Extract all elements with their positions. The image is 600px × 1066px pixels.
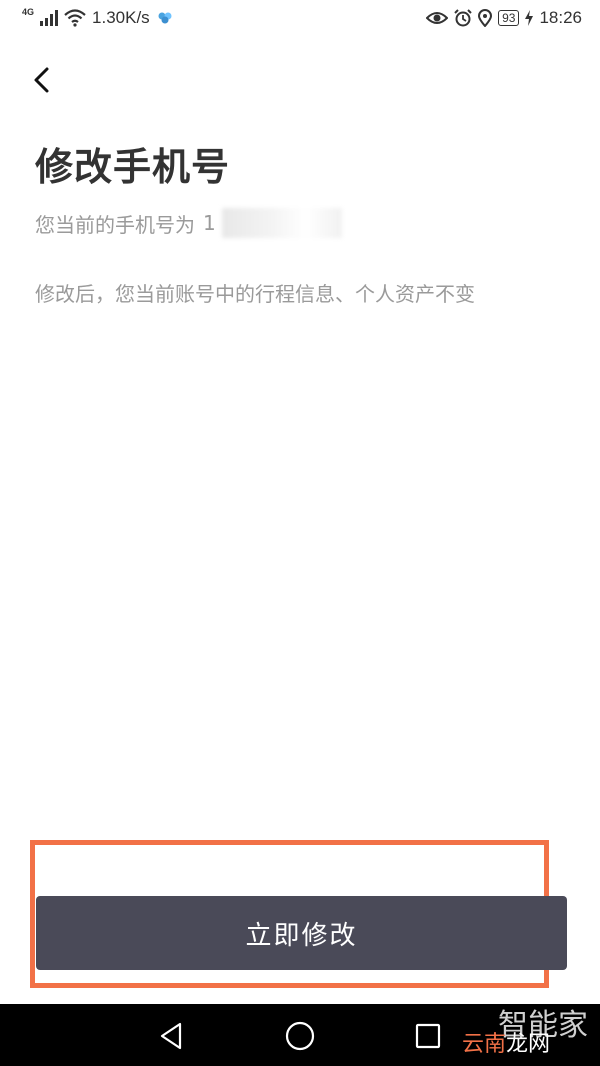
status-bar: 4G 1.30K/s 93 18:26 [0,0,600,40]
network-type: 4G [22,7,35,17]
app-notification-icon [158,12,172,24]
nav-recents-button[interactable] [412,1020,444,1052]
wifi-icon [64,9,86,27]
signal-icon [40,10,59,26]
triangle-back-icon [160,1022,182,1050]
charging-icon [525,10,534,26]
square-recents-icon [415,1023,441,1049]
nav-home-button[interactable] [284,1020,316,1052]
current-phone-label: 您当前的手机号为 [35,212,195,237]
change-note: 修改后，您当前账号中的行程信息、个人资产不变 [35,282,475,306]
watermark: 智能家 云南 龙网 [450,1004,600,1066]
circle-home-icon [285,1021,315,1051]
watermark-bottom: 云南 龙网 [462,1026,550,1058]
status-right: 93 18:26 [426,8,582,28]
phone-number-mask [221,208,342,238]
clock: 18:26 [539,8,582,27]
page-title: 修改手机号 [35,145,231,189]
change-now-button[interactable]: 立即修改 [36,896,567,970]
watermark-part-b: 龙网 [506,1032,551,1057]
chevron-left-icon [34,67,49,93]
alarm-icon [454,9,472,27]
back-button[interactable] [24,60,64,100]
status-left: 4G 1.30K/s [22,7,174,28]
nav-back-button[interactable] [156,1020,188,1052]
battery-level: 93 [498,10,520,26]
current-phone-number: 1 [203,211,216,235]
current-phone-line: 您当前的手机号为 1 [35,208,342,238]
watermark-part-a: 云南 [462,1032,507,1057]
eye-comfort-icon [426,12,449,24]
location-icon [478,9,493,27]
network-speed: 1.30K/s [92,8,150,27]
